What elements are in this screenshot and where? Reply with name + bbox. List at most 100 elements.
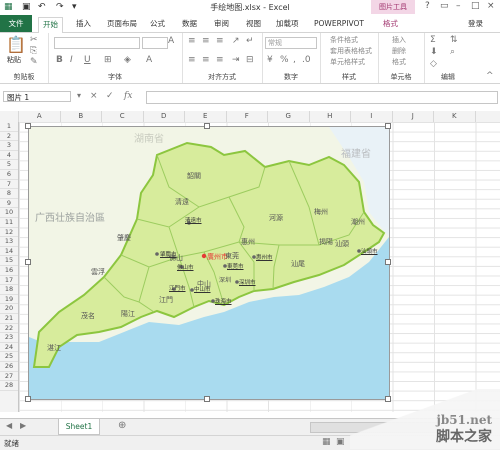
tab-formulas[interactable]: 公式 [146, 17, 169, 31]
column-header[interactable]: D [144, 111, 185, 122]
resize-handle[interactable] [204, 123, 210, 129]
orientation-icon[interactable]: ↗ [232, 36, 240, 46]
tab-format[interactable]: 格式 [379, 17, 402, 31]
map-picture[interactable]: 湖南省 福建省 广西壮族自治區 韶關 清遠 河源 梅州 潮州 肇慶 廣州市 惠州… [28, 126, 390, 400]
row-header[interactable]: 23 [0, 333, 18, 343]
autosum-icon[interactable]: Σ [430, 35, 436, 45]
clear-icon[interactable]: ◇ [430, 59, 437, 69]
help-icon[interactable]: ? [425, 1, 430, 11]
tab-powerpivot[interactable]: POWERPIVOT [310, 17, 368, 31]
align-top-icon[interactable]: ≡ [188, 36, 196, 46]
cut-icon[interactable]: ✂ [30, 35, 38, 45]
conditional-formatting-button[interactable]: 条件格式 [330, 35, 358, 45]
borders-icon[interactable]: ⊞ [104, 55, 112, 65]
name-box-dropdown-icon[interactable]: ▾ [77, 91, 81, 100]
row-header[interactable]: 5 [0, 160, 18, 170]
find-select-icon[interactable]: ⌕ [450, 47, 455, 57]
row-header[interactable]: 15 [0, 256, 18, 266]
resize-handle[interactable] [25, 396, 31, 402]
font-name-dropdown[interactable] [54, 37, 140, 49]
tab-review[interactable]: 审阅 [210, 17, 233, 31]
row-header[interactable]: 3 [0, 141, 18, 151]
formula-input[interactable] [146, 91, 498, 104]
new-sheet-icon[interactable]: ⊕ [118, 420, 126, 431]
sign-in-link[interactable]: 登录 [464, 17, 487, 31]
copy-icon[interactable]: ⎘ [30, 46, 37, 56]
grow-font-icon[interactable]: A [168, 36, 174, 46]
column-header[interactable]: J [393, 111, 434, 122]
indent-icon[interactable]: ⇥ [232, 55, 240, 65]
format-painter-icon[interactable]: ✎ [30, 57, 38, 67]
row-header[interactable]: 17 [0, 276, 18, 286]
column-header[interactable]: K [434, 111, 476, 122]
row-header[interactable]: 19 [0, 295, 18, 305]
font-size-dropdown[interactable] [142, 37, 168, 49]
comma-style-icon[interactable]: , [293, 55, 296, 65]
fill-color-icon[interactable]: ◈ [124, 55, 131, 65]
row-header[interactable]: 13 [0, 237, 18, 247]
align-right-icon[interactable]: ≡ [216, 55, 224, 65]
scroll-sheets-left-icon[interactable]: ◀ [6, 421, 12, 430]
normal-view-icon[interactable]: ▦ [322, 437, 331, 447]
align-left-icon[interactable]: ≡ [188, 55, 196, 65]
tab-home[interactable]: 开始 [38, 17, 63, 33]
cancel-icon[interactable]: × [90, 91, 98, 101]
paste-icon[interactable]: 📋 [6, 35, 26, 54]
italic-icon[interactable]: I [70, 55, 73, 65]
row-header[interactable]: 28 [0, 381, 18, 391]
resize-handle[interactable] [25, 123, 31, 129]
align-middle-icon[interactable]: ≡ [202, 36, 210, 46]
row-header[interactable]: 27 [0, 372, 18, 382]
column-header[interactable]: B [61, 111, 102, 122]
column-header[interactable]: E [185, 111, 227, 122]
column-header[interactable]: H [310, 111, 351, 122]
row-header[interactable]: 14 [0, 247, 18, 257]
row-header[interactable]: 20 [0, 304, 18, 314]
column-header[interactable]: G [268, 111, 310, 122]
bold-icon[interactable]: B [56, 55, 63, 65]
row-header[interactable]: 21 [0, 314, 18, 324]
scroll-sheets-right-icon[interactable]: ▶ [20, 421, 26, 430]
tab-data[interactable]: 数据 [178, 17, 201, 31]
column-header[interactable]: A [19, 111, 61, 122]
row-header[interactable]: 2 [0, 132, 18, 142]
delete-cells-button[interactable]: 删除 [392, 46, 406, 56]
row-header[interactable]: 26 [0, 362, 18, 372]
resize-handle[interactable] [25, 259, 31, 265]
row-header[interactable]: 18 [0, 285, 18, 295]
row-header[interactable]: 22 [0, 324, 18, 334]
row-header[interactable]: 1 [0, 122, 18, 132]
row-header[interactable]: 25 [0, 352, 18, 362]
fill-icon[interactable]: ⬇ [430, 47, 438, 57]
tab-file[interactable]: 文件 [0, 15, 32, 32]
sort-filter-icon[interactable]: ⇅ [450, 35, 458, 45]
row-header[interactable]: 24 [0, 343, 18, 353]
sheet-tab[interactable]: Sheet1 [58, 419, 100, 435]
insert-cells-button[interactable]: 插入 [392, 35, 406, 45]
collapse-ribbon-icon[interactable]: ^ [486, 71, 494, 81]
close-icon[interactable]: × [487, 1, 495, 11]
accounting-format-icon[interactable]: ¥ [267, 55, 273, 65]
column-header[interactable]: I [351, 111, 393, 122]
insert-function-icon[interactable]: fx [124, 91, 132, 101]
format-cells-button[interactable]: 格式 [392, 57, 406, 67]
row-header[interactable]: 7 [0, 180, 18, 190]
decimal-icon[interactable]: .0 [302, 55, 311, 65]
resize-handle[interactable] [204, 396, 210, 402]
resize-handle[interactable] [385, 123, 391, 129]
tab-insert[interactable]: 插入 [72, 17, 95, 31]
font-color-icon[interactable]: A [146, 55, 152, 65]
row-header[interactable]: 12 [0, 228, 18, 238]
underline-icon[interactable]: U [84, 55, 91, 65]
row-header[interactable]: 11 [0, 218, 18, 228]
format-as-table-button[interactable]: 套用表格格式 [330, 46, 372, 56]
align-bottom-icon[interactable]: ≡ [216, 36, 224, 46]
row-header[interactable]: 9 [0, 199, 18, 209]
ribbon-display-icon[interactable]: ▭ [440, 1, 449, 11]
tab-view[interactable]: 视图 [242, 17, 265, 31]
page-layout-view-icon[interactable]: ▣ [336, 437, 345, 447]
name-box[interactable]: 图片 1 [3, 91, 71, 102]
minimize-icon[interactable]: – [456, 1, 461, 11]
maximize-icon[interactable]: □ [471, 1, 480, 11]
row-header[interactable]: 16 [0, 266, 18, 276]
